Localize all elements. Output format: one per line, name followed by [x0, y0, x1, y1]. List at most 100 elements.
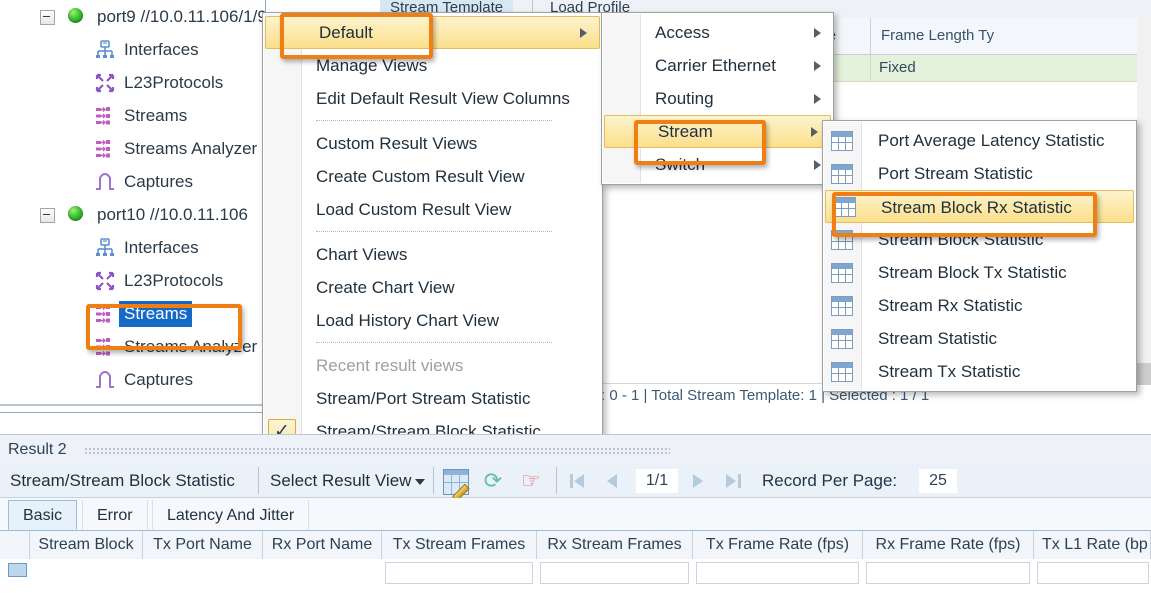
grid-vertical-scrollbar[interactable]: [1137, 18, 1151, 385]
tree-item-port9-interfaces[interactable]: Interfaces: [0, 33, 265, 66]
menu-item-access[interactable]: Access: [602, 16, 833, 49]
clear-counters-icon[interactable]: ☞: [519, 469, 543, 493]
filter-input-tx-l1-rate[interactable]: [1037, 562, 1149, 584]
refresh-icon[interactable]: ⟳: [481, 469, 505, 493]
result-title: Result 2: [8, 441, 67, 458]
status-led-icon-port10: [68, 206, 83, 221]
menu-item-stream-tx-statistic[interactable]: Stream Tx Statistic: [823, 355, 1136, 388]
tree-item-label: Streams Analyzer: [124, 337, 258, 356]
tree-item-port9-streams[interactable]: Streams: [0, 99, 265, 132]
result-toolbar: Stream/Stream Block Statistic Select Res…: [0, 464, 1151, 502]
page-indicator[interactable]: 1/1: [636, 469, 678, 493]
edit-result-view-icon[interactable]: [443, 469, 470, 502]
tree-item-port10-captures[interactable]: Captures: [0, 363, 265, 396]
menu-item-create-custom-result-view[interactable]: Create Custom Result View: [263, 160, 602, 193]
tree-node-port10[interactable]: port10 //10.0.11.106: [0, 198, 265, 232]
table-col-rx-stream-frames[interactable]: Rx Stream Frames: [537, 531, 693, 559]
table-col-rx-port-name[interactable]: Rx Port Name: [263, 531, 382, 559]
table-col-rx-frame-rate[interactable]: Rx Frame Rate (fps): [863, 531, 1034, 559]
table-col-tx-frame-rate[interactable]: Tx Frame Rate (fps): [693, 531, 863, 559]
last-page-button[interactable]: [722, 470, 744, 491]
table-icon: [831, 131, 853, 151]
table-icon: [834, 197, 856, 217]
tree-item-port10-streams-analyzer[interactable]: Streams Analyzer: [0, 330, 265, 363]
grid-cell-frame-length-type: Fixed: [871, 55, 1151, 81]
table-icon: [831, 263, 853, 283]
menu-item-manage-views[interactable]: Manage Views: [263, 49, 602, 82]
tree-item-port9-l23protocols[interactable]: L23Protocols: [0, 66, 265, 99]
stream-submenu: Port Average Latency Statistic Port Stre…: [822, 120, 1137, 392]
menu-item-port-stream-statistic[interactable]: Port Stream Statistic: [823, 157, 1136, 190]
captures-icon: [94, 369, 116, 391]
menu-item-stream[interactable]: Stream: [604, 115, 831, 148]
tree-item-port10-l23protocols[interactable]: L23Protocols: [0, 264, 265, 297]
menu-item-stream-rx-statistic[interactable]: Stream Rx Statistic: [823, 289, 1136, 322]
menu-item-edit-default-result-view-columns[interactable]: Edit Default Result View Columns: [263, 82, 602, 115]
menu-item-load-custom-result-view[interactable]: Load Custom Result View: [263, 193, 602, 226]
collapse-icon-port10[interactable]: [40, 208, 55, 223]
table-col-selector[interactable]: [0, 531, 30, 559]
menu-item-label: Port Stream Statistic: [878, 164, 1033, 183]
tree-item-port10-interfaces[interactable]: Interfaces: [0, 231, 265, 264]
tab-latency-and-jitter[interactable]: Latency And Jitter: [152, 500, 310, 530]
menu-item-create-chart-view[interactable]: Create Chart View: [263, 271, 602, 304]
collapse-icon-port9[interactable]: [40, 10, 55, 25]
table-col-tx-l1-rate[interactable]: Tx L1 Rate (bp: [1034, 531, 1151, 559]
menu-item-custom-result-views[interactable]: Custom Result Views: [263, 127, 602, 160]
menu-item-label: Stream Block Rx Statistic: [881, 198, 1072, 217]
filter-input-rx-stream-frames[interactable]: [540, 562, 689, 584]
first-page-button[interactable]: [568, 470, 590, 491]
menu-item-load-history-chart-view[interactable]: Load History Chart View: [263, 304, 602, 337]
menu-item-stream-statistic[interactable]: Stream Statistic: [823, 322, 1136, 355]
table-col-stream-block[interactable]: Stream Block: [30, 531, 143, 559]
tree-item-label: Captures: [124, 370, 193, 389]
filter-input-rx-frame-rate[interactable]: [866, 562, 1030, 584]
tree-node-port9[interactable]: port9 //10.0.11.106/1/9: [0, 0, 265, 34]
l23protocols-icon: [94, 72, 116, 94]
streams-icon: [94, 303, 116, 325]
record-per-page-input[interactable]: 25: [919, 469, 957, 493]
previous-page-button[interactable]: [602, 470, 624, 491]
menu-item-port-average-latency-statistic[interactable]: Port Average Latency Statistic: [823, 124, 1136, 157]
tree-item-label: Streams Analyzer: [124, 139, 258, 158]
tree-item-port9-captures[interactable]: Captures: [0, 165, 265, 198]
menu-item-label: Stream Block Tx Statistic: [878, 263, 1067, 282]
menu-item-default[interactable]: Default: [265, 16, 600, 49]
menu-item-switch[interactable]: Switch: [602, 148, 833, 181]
panel-drag-grip[interactable]: [84, 447, 670, 454]
menu-item-routing[interactable]: Routing: [602, 82, 833, 115]
tree-item-port9-streams-analyzer[interactable]: Streams Analyzer: [0, 132, 265, 165]
table-icon: [831, 296, 853, 316]
filter-input-tx-frame-rate[interactable]: [696, 562, 859, 584]
tab-basic[interactable]: Basic: [8, 500, 78, 530]
next-page-button[interactable]: [688, 470, 710, 491]
filter-input-tx-stream-frames[interactable]: [385, 562, 533, 584]
menu-item-stream-block-tx-statistic[interactable]: Stream Block Tx Statistic: [823, 256, 1136, 289]
select-result-view-button[interactable]: Select Result View: [266, 464, 429, 497]
tree-item-port10-streams[interactable]: Streams: [0, 297, 265, 330]
tree-item-label: Streams: [124, 106, 188, 125]
record-per-page-label: Record Per Page:: [762, 471, 898, 490]
toolbar-divider: [433, 467, 434, 494]
toolbar-divider: [258, 467, 259, 494]
menu-item-stream-port-stream-statistic[interactable]: Stream/Port Stream Statistic: [263, 382, 602, 415]
menu-item-carrier-ethernet[interactable]: Carrier Ethernet: [602, 49, 833, 82]
status-led-icon-port9: [68, 8, 83, 23]
menu-item-label: Stream: [658, 122, 713, 141]
menu-item-stream-block-rx-statistic[interactable]: Stream Block Rx Statistic: [825, 190, 1134, 223]
menu-section-recent-result-views: Recent result views: [316, 356, 464, 375]
chevron-right-icon: [814, 27, 821, 38]
streams-icon: [94, 105, 116, 127]
menu-item-stream-block-statistic[interactable]: Stream Block Statistic: [823, 223, 1136, 256]
menu-item-chart-views[interactable]: Chart Views: [263, 238, 602, 271]
table-col-tx-port-name[interactable]: Tx Port Name: [143, 531, 263, 559]
table-col-tx-stream-frames[interactable]: Tx Stream Frames: [382, 531, 537, 559]
app-window: Stream Template Load Profile te Enable S…: [0, 0, 1151, 593]
tree-item-label: Interfaces: [124, 238, 199, 257]
tab-error[interactable]: Error: [82, 500, 148, 530]
select-result-view-label: Select Result View: [270, 471, 412, 490]
grid-col-frame-length-type[interactable]: Frame Length Ty: [871, 18, 1151, 54]
grid-scrollbar-thumb[interactable]: [1137, 363, 1151, 385]
tree-item-label-selected: Streams: [119, 301, 193, 327]
filter-icon[interactable]: [8, 563, 27, 577]
